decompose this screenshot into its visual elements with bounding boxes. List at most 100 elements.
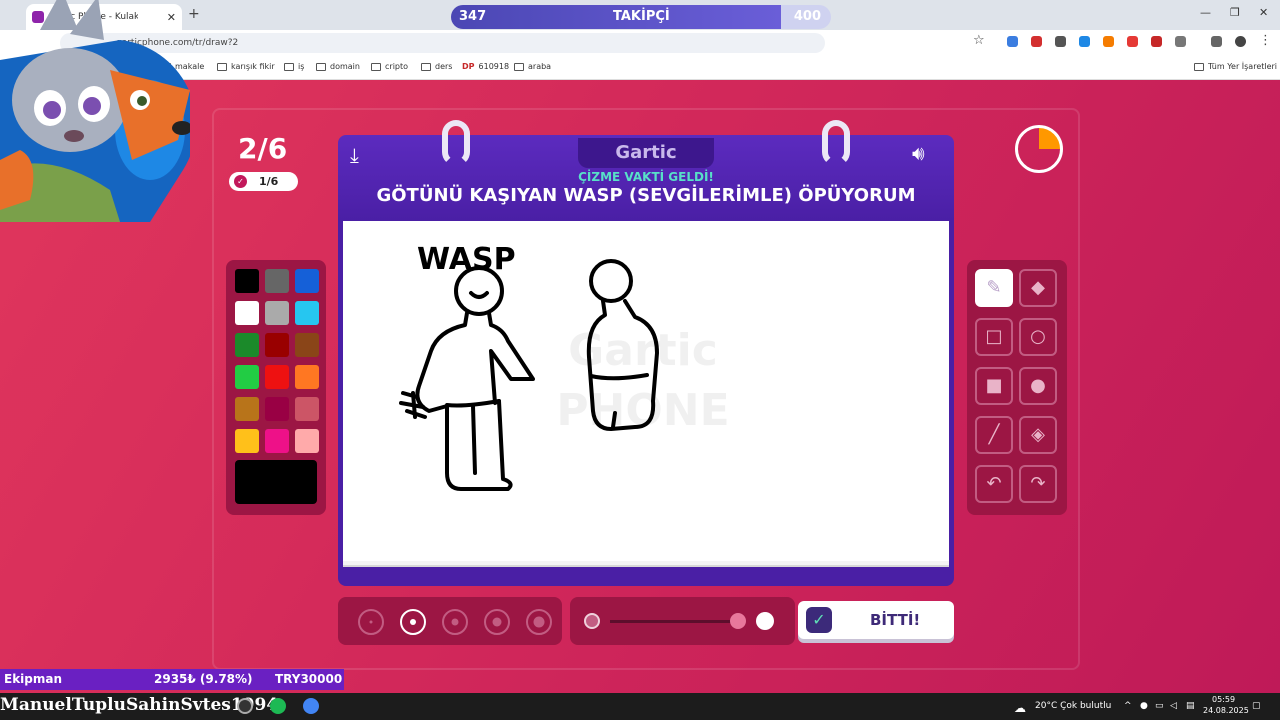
draw-time-subtitle: ÇİZME VAKTİ GELDİ! bbox=[578, 170, 714, 184]
stroke-waist-2 bbox=[589, 373, 649, 381]
notebook-ring-icon bbox=[442, 120, 470, 166]
brush-size-3[interactable] bbox=[442, 609, 468, 635]
dp-site-icon: DP bbox=[462, 62, 475, 71]
color-swatch[interactable] bbox=[295, 301, 319, 325]
done-button[interactable]: ✓ BİTTİ! bbox=[798, 601, 954, 639]
color-swatch[interactable] bbox=[295, 429, 319, 453]
minimize-icon[interactable]: — bbox=[1200, 6, 1211, 19]
keyboard-icon[interactable]: ▤ bbox=[1186, 701, 1195, 711]
browser-menu-icon[interactable]: ⋮ bbox=[1259, 33, 1272, 48]
opacity-handle[interactable] bbox=[730, 613, 746, 629]
folder-icon bbox=[316, 62, 326, 71]
canvas-container: Gartic PHONE WASP bbox=[338, 221, 954, 586]
all-bookmarks[interactable]: Tüm Yer İşaretleri bbox=[1194, 62, 1277, 71]
clock-date: 24.08.2025 bbox=[1203, 706, 1249, 715]
extensions-menu-icon[interactable] bbox=[1175, 36, 1186, 47]
donation-ticker: Ekipman 2935₺ (9.78%) TRY30000 bbox=[0, 669, 344, 690]
folder-icon bbox=[1194, 62, 1204, 71]
folder-icon bbox=[421, 62, 431, 71]
bucket-icon[interactable]: ◈ bbox=[1019, 416, 1057, 454]
check-icon: ✓ bbox=[806, 607, 832, 633]
ellipse-fill-icon[interactable]: ● bbox=[1019, 367, 1057, 405]
download-icon[interactable]: ⤓ bbox=[350, 143, 359, 167]
brush-size-1[interactable] bbox=[358, 609, 384, 635]
stroke-legs bbox=[471, 404, 477, 475]
tool-panel: ✎ ◆ □ ○ ■ ● ╱ ◈ ↶ ↷ bbox=[967, 260, 1067, 515]
color-swatch[interactable] bbox=[235, 269, 259, 293]
follower-goal: 400 bbox=[793, 9, 821, 24]
bookmark-item[interactable]: domain bbox=[316, 62, 360, 71]
line-icon[interactable]: ╱ bbox=[975, 416, 1013, 454]
reading-list-icon[interactable] bbox=[1211, 36, 1222, 47]
bookmark-item[interactable]: ders bbox=[421, 62, 452, 71]
bookmark-item[interactable]: cripto bbox=[371, 62, 408, 71]
bookmark-item[interactable]: iş bbox=[284, 62, 304, 71]
spotify-icon[interactable] bbox=[270, 698, 286, 714]
notebook-ring-icon bbox=[822, 120, 850, 166]
gartic-logo: Gartic bbox=[578, 138, 714, 168]
color-swatch[interactable] bbox=[235, 365, 259, 389]
follower-goal-bar: 347 TAKİPÇİ 400 bbox=[451, 5, 831, 29]
bookmark-star-icon[interactable]: ☆ bbox=[973, 33, 985, 48]
undo-icon[interactable]: ↶ bbox=[975, 465, 1013, 503]
color-palette bbox=[226, 260, 326, 515]
extension-icon[interactable] bbox=[1103, 36, 1114, 47]
ticker-goal: TRY30000 bbox=[275, 672, 343, 686]
folder-icon bbox=[371, 62, 381, 71]
brush-size-2[interactable] bbox=[400, 609, 426, 635]
timer-icon bbox=[1015, 125, 1063, 173]
obs-icon[interactable] bbox=[237, 698, 253, 714]
mic-icon[interactable]: ● bbox=[1140, 701, 1148, 711]
color-swatch[interactable] bbox=[265, 397, 289, 421]
color-swatch[interactable] bbox=[265, 429, 289, 453]
game-area: 2/6 ✓ 1/6 Gartic ⤓ 🔊︎ ÇİZME VAKTİ GELDİ!… bbox=[0, 80, 1280, 693]
follower-label: TAKİPÇİ bbox=[613, 9, 670, 24]
color-swatch[interactable] bbox=[265, 269, 289, 293]
extension-icon[interactable] bbox=[1031, 36, 1042, 47]
chrome-icon[interactable] bbox=[303, 698, 319, 714]
bookmark-item[interactable]: araba bbox=[514, 62, 551, 71]
clock-time: 05:59 bbox=[1212, 695, 1236, 704]
color-swatch[interactable] bbox=[295, 269, 319, 293]
extension-icon[interactable] bbox=[1127, 36, 1138, 47]
bookmark-item[interactable]: karışık fikir bbox=[217, 62, 275, 71]
redo-icon[interactable]: ↷ bbox=[1019, 465, 1057, 503]
speaker-icon[interactable]: 🔊︎ bbox=[912, 141, 925, 165]
restore-icon[interactable]: ❐ bbox=[1230, 6, 1240, 19]
volume-icon[interactable]: ◁ bbox=[1170, 701, 1177, 711]
opacity-slider[interactable] bbox=[570, 597, 795, 645]
color-swatch[interactable] bbox=[235, 301, 259, 325]
tray-chevron-icon[interactable]: ^ bbox=[1124, 701, 1132, 711]
folder-icon bbox=[284, 62, 294, 71]
extension-icon[interactable] bbox=[1007, 36, 1018, 47]
color-swatch[interactable] bbox=[265, 365, 289, 389]
ellipse-outline-icon[interactable]: ○ bbox=[1019, 318, 1057, 356]
brush-size-5[interactable] bbox=[526, 609, 552, 635]
prompt-header: Gartic ⤓ 🔊︎ ÇİZME VAKTİ GELDİ! GÖTÜNÜ KA… bbox=[338, 120, 954, 221]
heart-check-icon: ✓ bbox=[234, 175, 247, 188]
extension-icon[interactable] bbox=[1151, 36, 1162, 47]
extension-icon[interactable] bbox=[1079, 36, 1090, 47]
rect-fill-icon[interactable]: ■ bbox=[975, 367, 1013, 405]
close-window-icon[interactable]: ✕ bbox=[1259, 6, 1268, 19]
color-swatch[interactable] bbox=[235, 429, 259, 453]
bookmark-item[interactable]: DP 610918 bbox=[462, 62, 509, 71]
stroke-body-2 bbox=[586, 299, 659, 431]
network-icon[interactable]: ▭ bbox=[1155, 701, 1164, 711]
color-swatch[interactable] bbox=[235, 333, 259, 357]
extension-icon[interactable] bbox=[1055, 36, 1066, 47]
brush-size-4[interactable] bbox=[484, 609, 510, 635]
stroke-smile bbox=[469, 291, 489, 299]
color-swatch[interactable] bbox=[265, 333, 289, 357]
notifications-icon[interactable]: ▢ bbox=[1252, 701, 1261, 711]
eraser-icon[interactable]: ◆ bbox=[1019, 269, 1057, 307]
drawing-canvas[interactable]: Gartic PHONE WASP bbox=[343, 221, 949, 561]
profile-avatar[interactable] bbox=[1235, 36, 1246, 47]
color-swatch[interactable] bbox=[295, 333, 319, 357]
color-swatch[interactable] bbox=[265, 301, 289, 325]
color-swatch[interactable] bbox=[295, 365, 319, 389]
color-swatch[interactable] bbox=[235, 397, 259, 421]
pencil-icon[interactable]: ✎ bbox=[975, 269, 1013, 307]
color-swatch[interactable] bbox=[295, 397, 319, 421]
rect-outline-icon[interactable]: □ bbox=[975, 318, 1013, 356]
